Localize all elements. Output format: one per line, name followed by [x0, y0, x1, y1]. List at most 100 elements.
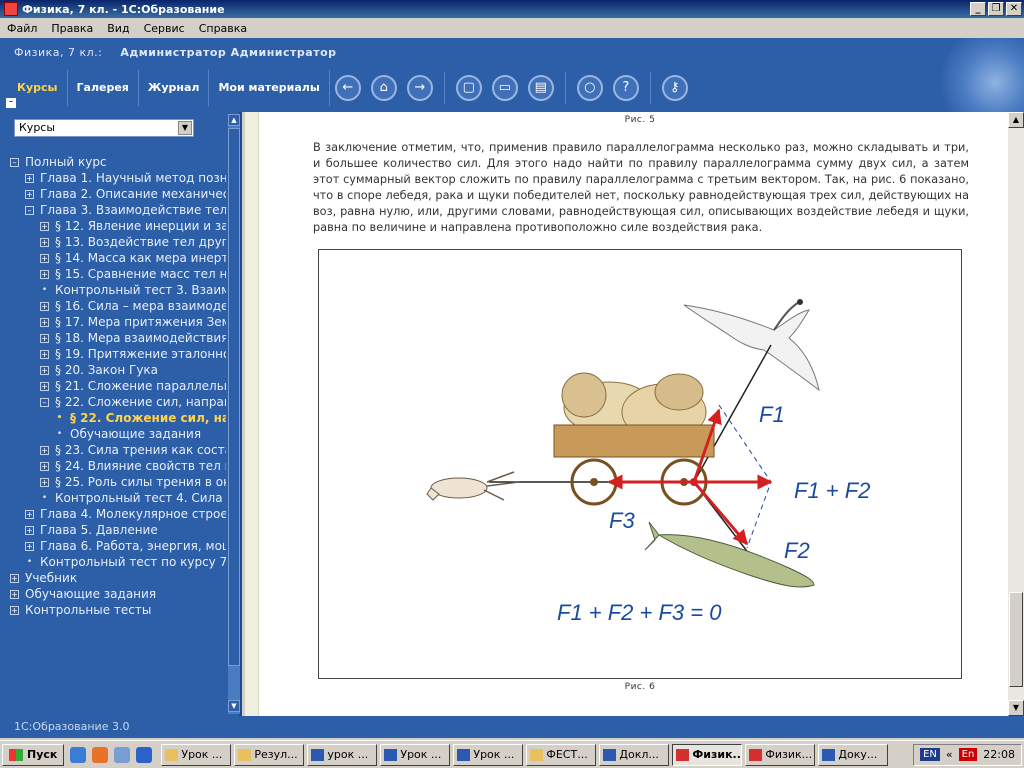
- language-indicator[interactable]: EN: [920, 748, 940, 761]
- collapse-icon[interactable]: –: [40, 397, 49, 407]
- expand-icon[interactable]: +: [40, 477, 49, 487]
- tree-item[interactable]: + Глава 2. Описание механичес: [10, 186, 226, 202]
- tree-item[interactable]: + Контрольные тесты: [10, 602, 226, 618]
- tab-journal[interactable]: Журнал: [139, 70, 210, 106]
- menu-help[interactable]: Справка: [192, 22, 254, 35]
- home-icon[interactable]: ⌂: [370, 75, 397, 101]
- content-scrollbar[interactable]: ▲ ▼: [1008, 112, 1024, 716]
- tree-item[interactable]: + § 17. Мера притяжения Зем.: [10, 314, 226, 330]
- tree-item[interactable]: + § 14. Масса как мера инерт: [10, 250, 226, 266]
- maximize-button[interactable]: ❐: [988, 2, 1004, 16]
- menu-file[interactable]: Файл: [0, 22, 44, 35]
- expand-icon[interactable]: +: [10, 589, 19, 599]
- quicklaunch-icon[interactable]: [114, 746, 131, 763]
- taskbar-button[interactable]: Урок ...: [453, 743, 524, 766]
- tree-item[interactable]: + § 13. Воздействие тел друг: [10, 234, 226, 250]
- menu-view[interactable]: Вид: [100, 22, 136, 35]
- section-select[interactable]: Курсы ▼: [14, 119, 194, 137]
- tab-my-materials[interactable]: Мои материалы: [209, 70, 330, 106]
- expand-icon[interactable]: +: [40, 461, 49, 471]
- tree-item[interactable]: + Обучающие задания: [10, 586, 226, 602]
- tray-expand-icon[interactable]: «: [946, 748, 953, 761]
- expand-icon[interactable]: +: [40, 317, 49, 327]
- expand-icon[interactable]: +: [40, 301, 49, 311]
- keys-icon[interactable]: ⚷: [661, 75, 688, 101]
- help-icon[interactable]: ?: [612, 75, 639, 101]
- taskbar-button[interactable]: Урок ...: [161, 743, 232, 766]
- tree-item[interactable]: + Глава 1. Научный метод позна: [10, 170, 226, 186]
- tree-item-selected[interactable]: • § 22. Сложение сил, на: [10, 410, 226, 426]
- search-icon[interactable]: ○: [576, 75, 603, 101]
- title-bar[interactable]: Физика, 7 кл. - 1С:Образование _ ❐ ✕: [0, 0, 1024, 18]
- tree-item[interactable]: – § 22. Сложение сил, направ: [10, 394, 226, 410]
- scroll-down-icon[interactable]: ▼: [1008, 700, 1024, 716]
- tree-item[interactable]: + Глава 5. Давление: [10, 522, 226, 538]
- menu-service[interactable]: Сервис: [137, 22, 192, 35]
- expand-icon[interactable]: +: [40, 253, 49, 263]
- taskbar-button[interactable]: ФЕСТ...: [526, 743, 597, 766]
- taskbar-button[interactable]: Докл...: [599, 743, 670, 766]
- tree-item[interactable]: – Полный курс: [10, 154, 226, 170]
- forward-icon[interactable]: →: [406, 75, 433, 101]
- tab-gallery[interactable]: Галерея: [68, 70, 139, 106]
- expand-icon[interactable]: +: [25, 541, 34, 551]
- tree-item[interactable]: + § 12. Явление инерции и зак: [10, 218, 226, 234]
- sidebar-scrollbar[interactable]: ▲ ▼: [228, 114, 240, 714]
- chevron-down-icon[interactable]: ▼: [178, 121, 192, 135]
- collapse-icon[interactable]: –: [25, 205, 34, 215]
- tree-item[interactable]: + § 21. Сложение параллельн: [10, 378, 226, 394]
- clock[interactable]: 22:08: [983, 748, 1015, 761]
- expand-icon[interactable]: +: [25, 173, 34, 183]
- tree-item[interactable]: + § 24. Влияние свойств тел н: [10, 458, 226, 474]
- tree-item[interactable]: + § 18. Мера взаимодействия: [10, 330, 226, 346]
- tree-item[interactable]: + § 16. Сила – мера взаимоде: [10, 298, 226, 314]
- minimize-button[interactable]: _: [970, 2, 986, 16]
- expand-icon[interactable]: +: [40, 381, 49, 391]
- tree-item[interactable]: + § 25. Роль силы трения в ок: [10, 474, 226, 490]
- expand-icon[interactable]: +: [40, 365, 49, 375]
- taskbar-button[interactable]: Физик...: [745, 743, 816, 766]
- expand-icon[interactable]: +: [10, 605, 19, 615]
- expand-icon[interactable]: +: [40, 349, 49, 359]
- expand-icon[interactable]: +: [25, 525, 34, 535]
- taskbar-button[interactable]: Физик...: [672, 743, 743, 766]
- expand-icon[interactable]: +: [40, 333, 49, 343]
- content-scroll-thumb[interactable]: [1009, 592, 1023, 687]
- tree-item[interactable]: + Глава 4. Молекулярное строен: [10, 506, 226, 522]
- print-icon[interactable]: ▤: [527, 75, 554, 101]
- scroll-thumb[interactable]: [228, 128, 240, 666]
- tab-courses[interactable]: Курсы: [8, 70, 68, 106]
- close-button[interactable]: ✕: [1006, 2, 1022, 16]
- tree-item[interactable]: – Глава 3. Взаимодействие тел: [10, 202, 226, 218]
- scroll-up-icon[interactable]: ▲: [1008, 112, 1024, 128]
- expand-icon[interactable]: +: [40, 269, 49, 279]
- tree-item[interactable]: + § 20. Закон Гука: [10, 362, 226, 378]
- start-button[interactable]: Пуск: [2, 743, 65, 766]
- keyboard-layout-icon[interactable]: En: [958, 748, 978, 761]
- tree-item[interactable]: • Обучающие задания: [10, 426, 226, 442]
- tree-item[interactable]: + § 19. Притяжение эталонног: [10, 346, 226, 362]
- taskbar-button[interactable]: Резул...: [234, 743, 305, 766]
- scroll-up-icon[interactable]: ▲: [228, 114, 240, 126]
- show-desktop-icon[interactable]: [70, 746, 87, 763]
- firefox-icon[interactable]: [92, 746, 109, 763]
- taskbar-button[interactable]: Доку...: [818, 743, 889, 766]
- expand-icon[interactable]: +: [25, 189, 34, 199]
- expand-icon[interactable]: +: [40, 221, 49, 231]
- tree-item[interactable]: + Учебник: [10, 570, 226, 586]
- back-icon[interactable]: ←: [334, 75, 361, 101]
- tree-item[interactable]: + Глава 6. Работа, энергия, мощ: [10, 538, 226, 554]
- tree-item[interactable]: • Контрольный тест по курсу 7 к: [10, 554, 226, 570]
- expand-icon[interactable]: +: [40, 237, 49, 247]
- tree-item[interactable]: + § 15. Сравнение масс тел н: [10, 266, 226, 282]
- ie-icon[interactable]: [136, 746, 153, 763]
- collapse-sidebar-icon[interactable]: –: [6, 98, 16, 108]
- presentation-icon[interactable]: ▭: [491, 75, 518, 101]
- tree-item[interactable]: • Контрольный тест 4. Сила -: [10, 490, 226, 506]
- tree-item[interactable]: + § 23. Сила трения как соста: [10, 442, 226, 458]
- menu-edit[interactable]: Правка: [44, 22, 100, 35]
- taskbar-button[interactable]: урок ...: [307, 743, 378, 766]
- tree-item[interactable]: • Контрольный тест 3. Взаимо: [10, 282, 226, 298]
- fullscreen-icon[interactable]: ▢: [455, 75, 482, 101]
- expand-icon[interactable]: +: [10, 573, 19, 583]
